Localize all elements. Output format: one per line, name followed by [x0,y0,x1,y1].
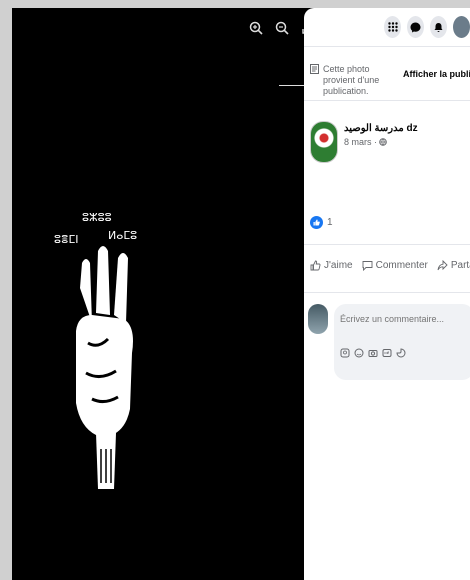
panel-top-bar [304,8,470,46]
camera-icon[interactable] [368,348,378,358]
photo-origin-note: Cette photo provient d'une publication. … [310,64,470,97]
post-author: مدرسة الوصيد dz 8 mars · [310,121,418,163]
like-reaction-icon [310,216,323,229]
post-side-panel: Cette photo provient d'une publication. … [304,8,470,580]
comment-input[interactable] [340,314,460,324]
post-date[interactable]: 8 mars · [344,137,377,147]
comment-composer [308,304,470,380]
zoom-out-icon[interactable] [274,20,290,36]
reaction-summary[interactable]: 1 [310,216,333,229]
photo-text-right: ⵍⴰⵎⵓ [108,229,137,242]
author-avatar[interactable] [310,121,338,163]
origin-divider [304,100,470,101]
reaction-count: 1 [327,217,333,228]
actions-divider [304,292,470,293]
thumbs-up-icon [310,260,321,271]
emoji-icon[interactable] [354,348,364,358]
like-label: J'aime [324,260,353,271]
comment-tools [340,348,406,358]
messenger-icon[interactable] [407,16,424,38]
share-icon [437,260,448,271]
comment-label: Commenter [375,260,428,271]
comment-box[interactable] [334,304,470,380]
user-avatar[interactable] [308,304,328,334]
post-meta: 8 mars · [344,137,418,147]
hand-sign-photo: ⵓⵣⵓⵓ ⵓⴻⵎⵏ ⵍⴰⵎⵓ [54,211,137,489]
origin-note-text: Cette photo provient d'une publication. [323,64,380,96]
top-divider [304,46,470,47]
zoom-in-icon[interactable] [248,20,264,36]
bell-icon[interactable] [430,16,447,38]
profile-avatar[interactable] [453,16,470,38]
avatar-sticker-icon[interactable] [340,348,350,358]
like-button[interactable]: J'aime [310,260,353,271]
author-name[interactable]: مدرسة الوصيد dz [344,123,418,134]
document-icon [310,64,319,74]
photo-text-left: ⵓⴻⵎⵏ [54,233,79,246]
globe-icon [379,138,387,146]
sticker-icon[interactable] [396,348,406,358]
post-actions: J'aime Commenter Parta [310,260,470,271]
gif-icon[interactable] [382,348,392,358]
share-button[interactable]: Parta [437,260,470,271]
photo-text-top: ⵓⵣⵓⵓ [82,211,112,224]
view-post-link[interactable]: Afficher la publica [403,69,470,79]
grid-icon[interactable] [384,16,401,38]
share-label: Parta [450,260,470,271]
comment-button[interactable]: Commenter [362,260,428,271]
reaction-divider [304,244,470,245]
comment-icon [362,261,373,271]
